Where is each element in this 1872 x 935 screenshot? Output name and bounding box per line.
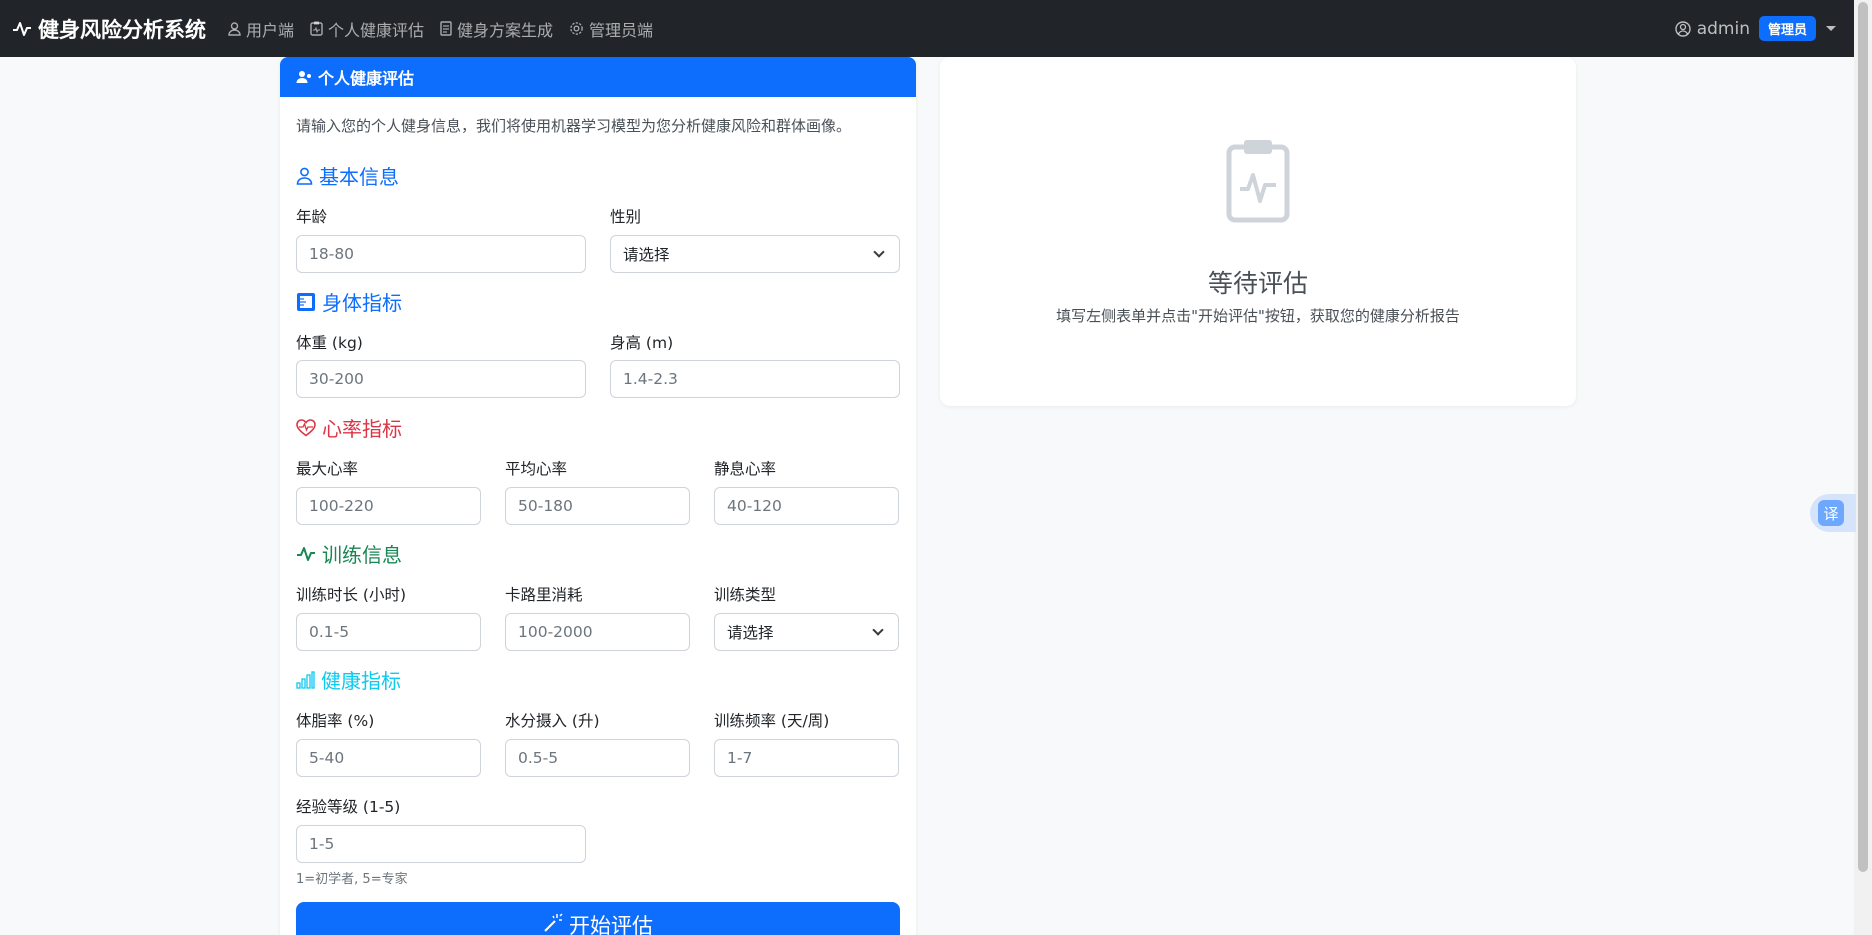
person-icon	[228, 21, 241, 36]
fat-label: 体脂率 (%)	[296, 712, 375, 730]
person-plus-icon	[296, 71, 311, 83]
person-icon	[296, 167, 313, 185]
section-heart-rate-title: 心率指标	[322, 417, 402, 441]
gender-select[interactable]: 请选择	[610, 235, 900, 273]
username: admin	[1696, 18, 1750, 39]
activity-icon	[13, 21, 31, 36]
height-label: 身高 (m)	[610, 334, 674, 352]
section-basic-info-title: 基本信息	[319, 165, 399, 189]
water-input[interactable]: 0.5-5	[505, 739, 690, 777]
workout-type-label: 训练类型	[714, 586, 777, 604]
nav-plan-generation-label: 健身方案生成	[457, 20, 554, 40]
water-label: 水分摄入 (升)	[505, 712, 600, 730]
chevron-down-icon	[873, 246, 885, 258]
translate-widget[interactable]: 译	[1810, 494, 1856, 532]
magic-wand-icon	[544, 913, 563, 932]
calories-label: 卡路里消耗	[505, 586, 583, 604]
start-assessment-button[interactable]: 开始评估	[296, 902, 900, 935]
scrollbar-thumb[interactable]	[1858, 2, 1868, 872]
section-body-metrics: 身体指标	[296, 287, 402, 316]
document-icon	[440, 21, 452, 36]
chevron-down-icon	[872, 624, 884, 636]
user-circle-icon	[1675, 20, 1691, 37]
section-basic-info: 基本信息	[296, 161, 399, 190]
frequency-label: 训练频率 (天/周)	[714, 712, 830, 730]
nav-health-assessment-label: 个人健康评估	[328, 20, 425, 40]
brand-title: 健身风险分析系统	[38, 17, 206, 42]
calories-input[interactable]: 100-2000	[505, 613, 690, 651]
bar-chart-icon	[296, 670, 315, 689]
result-title: 等待评估	[1207, 269, 1308, 298]
dropdown-caret-icon[interactable]	[1826, 26, 1836, 31]
clipboard-pulse-icon	[310, 21, 323, 36]
weight-label: 体重 (kg)	[296, 334, 363, 352]
result-description: 填写左侧表单并点击"开始评估"按钮，获取您的健康分析报告	[1056, 307, 1460, 325]
activity-icon	[297, 546, 315, 561]
top-navbar: 健身风险分析系统 用户端 个人健康评估 健身方案生成 管理员端 admin 管理…	[0, 0, 1854, 57]
start-assessment-label: 开始评估	[569, 914, 653, 935]
nav-user[interactable]: 用户端	[228, 17, 294, 41]
assessment-result-panel: 等待评估 填写左侧表单并点击"开始评估"按钮，获取您的健康分析报告	[940, 57, 1576, 406]
nav-health-assessment[interactable]: 个人健康评估	[310, 17, 424, 41]
gear-icon	[570, 22, 583, 35]
ruler-icon	[297, 292, 315, 311]
role-badge: 管理员	[1758, 16, 1816, 41]
rest-hr-input[interactable]: 40-120	[714, 487, 899, 525]
section-training-info-title: 训练信息	[322, 543, 402, 567]
section-heart-rate: 心率指标	[296, 413, 402, 442]
weight-input[interactable]: 30-200	[296, 360, 586, 398]
rest-hr-label: 静息心率	[714, 460, 777, 478]
clipboard-pulse-icon	[1226, 140, 1290, 223]
age-label: 年龄	[296, 208, 328, 226]
nav-user-label: 用户端	[246, 20, 295, 40]
nav-plan-generation[interactable]: 健身方案生成	[440, 17, 553, 41]
form-header: 个人健康评估	[280, 57, 916, 97]
avg-hr-input[interactable]: 50-180	[505, 487, 690, 525]
nav-admin-label: 管理员端	[589, 20, 654, 40]
experience-hint: 1=初学者, 5=专家	[296, 872, 408, 887]
nav-admin[interactable]: 管理员端	[569, 17, 653, 41]
gender-label: 性别	[610, 208, 642, 226]
translate-icon: 译	[1818, 500, 1844, 526]
health-assessment-form: 个人健康评估 请输入您的个人健身信息，我们将使用机器学习模型为您分析健康风险和群…	[280, 57, 916, 935]
workout-type-select[interactable]: 请选择	[714, 613, 899, 651]
section-health-metrics: 健康指标	[296, 665, 401, 694]
duration-input[interactable]: 0.1-5	[296, 613, 481, 651]
frequency-input[interactable]: 1-7	[714, 739, 899, 777]
workout-type-select-value: 请选择	[727, 624, 774, 642]
brand[interactable]: 健身风险分析系统	[12, 14, 206, 44]
avg-hr-label: 平均心率	[505, 460, 568, 478]
gender-select-value: 请选择	[623, 246, 670, 264]
heart-pulse-icon	[296, 418, 316, 437]
section-training-info: 训练信息	[296, 539, 402, 568]
fat-input[interactable]: 5-40	[296, 739, 481, 777]
user-menu[interactable]: admin 管理员	[1675, 16, 1842, 41]
experience-input[interactable]: 1-5	[296, 825, 586, 863]
age-input[interactable]: 18-80	[296, 235, 586, 273]
page-scrollbar[interactable]	[1854, 0, 1872, 935]
form-header-title: 个人健康评估	[318, 69, 415, 88]
experience-label: 经验等级 (1-5)	[296, 798, 401, 816]
duration-label: 训练时长 (小时)	[296, 586, 407, 604]
form-intro: 请输入您的个人健身信息，我们将使用机器学习模型为您分析健康风险和群体画像。	[296, 117, 852, 135]
section-health-metrics-title: 健康指标	[321, 669, 401, 693]
max-hr-input[interactable]: 100-220	[296, 487, 481, 525]
section-body-metrics-title: 身体指标	[322, 291, 402, 315]
height-input[interactable]: 1.4-2.3	[610, 360, 900, 398]
max-hr-label: 最大心率	[296, 460, 359, 478]
